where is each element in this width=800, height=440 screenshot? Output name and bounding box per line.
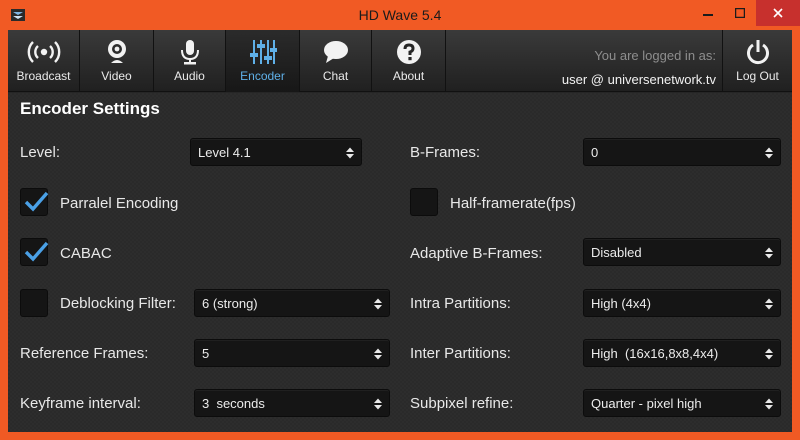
deblocking-filter-select[interactable]: 6 (strong) (194, 289, 390, 317)
updown-arrow-icon (765, 398, 773, 410)
parallel-encoding-checkbox[interactable] (20, 188, 49, 216)
login-user: user @ universenetwork.tv (561, 72, 716, 87)
inter-partitions-value: High (16x16,8x8,4x4) (591, 346, 719, 361)
updown-arrow-icon (374, 348, 382, 360)
main-toolbar: Broadcast Video Audio Encoder Chat About… (8, 30, 792, 92)
b-frames-value: 0 (591, 145, 599, 160)
subpixel-refine-select[interactable]: Quarter - pixel high (583, 389, 781, 417)
tab-encoder[interactable]: Encoder (226, 30, 300, 92)
close-icon (773, 8, 783, 18)
panel-heading: Encoder Settings (20, 99, 160, 118)
intra-partitions-value: High (4x4) (591, 296, 651, 311)
adaptive-b-frames-label: Adaptive B-Frames: (410, 245, 543, 262)
minimize-icon (703, 14, 713, 16)
tab-about[interactable]: About (372, 30, 446, 92)
intra-partitions-select[interactable]: High (4x4) (583, 289, 781, 317)
broadcast-icon (27, 38, 61, 66)
keyframe-interval-select[interactable]: 3 seconds (194, 389, 390, 417)
updown-arrow-icon (765, 147, 773, 159)
subpixel-refine-value: Quarter - pixel high (591, 396, 702, 411)
updown-arrow-icon (765, 298, 773, 310)
tab-broadcast[interactable]: Broadcast (8, 30, 80, 92)
intra-partitions-label: Intra Partitions: (410, 295, 511, 312)
tab-label: Audio (174, 69, 205, 83)
half-framerate-label: Half-framerate(fps) (450, 195, 576, 212)
tab-label: Video (101, 69, 132, 83)
sliders-icon (249, 38, 277, 66)
level-select[interactable]: Level 4.1 (190, 138, 362, 166)
inter-partitions-select[interactable]: High (16x16,8x8,4x4) (583, 339, 781, 367)
adaptive-b-frames-select[interactable]: Disabled (583, 238, 781, 266)
deblocking-filter-label: Deblocking Filter: (60, 295, 176, 312)
client-area: Broadcast Video Audio Encoder Chat About… (8, 30, 792, 432)
chat-bubble-icon (322, 38, 350, 66)
cabac-label: CABAC (60, 245, 112, 262)
updown-arrow-icon (374, 398, 382, 410)
microphone-icon (179, 38, 201, 66)
webcam-icon (105, 38, 129, 66)
reference-frames-select[interactable]: 5 (194, 339, 390, 367)
inter-partitions-label: Inter Partitions: (410, 345, 511, 362)
tab-chat[interactable]: Chat (300, 30, 372, 92)
tab-audio[interactable]: Audio (154, 30, 226, 92)
tab-label: Encoder (240, 69, 285, 83)
tab-video[interactable]: Video (80, 30, 154, 92)
login-status: You are logged in as: user @ universenet… (528, 48, 716, 87)
logout-label: Log Out (736, 69, 779, 83)
question-icon (396, 38, 422, 66)
deblocking-filter-checkbox[interactable] (20, 289, 48, 317)
updown-arrow-icon (765, 348, 773, 360)
updown-arrow-icon (765, 247, 773, 259)
maximize-button[interactable] (724, 0, 756, 26)
maximize-icon (735, 8, 745, 18)
keyframe-interval-value: 3 seconds (202, 396, 265, 411)
adaptive-b-frames-value: Disabled (591, 245, 642, 260)
logout-button[interactable]: Log Out (722, 30, 792, 92)
b-frames-label: B-Frames: (410, 144, 481, 161)
checkmark-icon (24, 191, 49, 212)
reference-frames-label: Reference Frames: (20, 345, 149, 362)
minimize-button[interactable] (692, 0, 724, 26)
tab-label: Broadcast (16, 69, 71, 83)
keyframe-interval-label: Keyframe interval: (20, 395, 141, 412)
encoder-settings-panel: Encoder Settings Level: Level 4.1 Parral… (8, 93, 792, 432)
half-framerate-checkbox[interactable] (410, 188, 438, 216)
level-label: Level: (20, 144, 61, 161)
power-icon (745, 38, 771, 66)
parallel-encoding-label: Parralel Encoding (60, 195, 179, 212)
reference-frames-value: 5 (202, 346, 210, 361)
tab-label: Chat (322, 69, 349, 83)
title-bar[interactable]: HD Wave 5.4 (0, 0, 800, 30)
app-window: HD Wave 5.4 Broadcast Video Audio Encode… (0, 0, 800, 440)
deblocking-value: 6 (strong) (202, 296, 258, 311)
updown-arrow-icon (346, 147, 354, 159)
tab-label: About (392, 69, 425, 83)
login-caption: You are logged in as: (594, 48, 716, 63)
checkmark-icon (24, 241, 49, 262)
cabac-checkbox[interactable] (20, 238, 49, 266)
window-title: HD Wave 5.4 (358, 7, 442, 23)
close-button[interactable] (756, 0, 800, 26)
updown-arrow-icon (374, 298, 382, 310)
subpixel-refine-label: Subpixel refine: (410, 395, 514, 412)
b-frames-select[interactable]: 0 (583, 138, 781, 166)
level-value: Level 4.1 (198, 145, 251, 160)
